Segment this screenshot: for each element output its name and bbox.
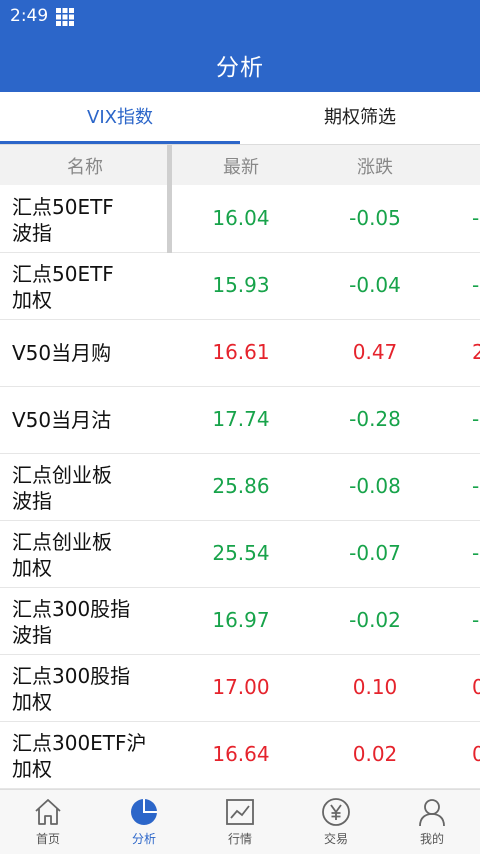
row-latest: 17.00 <box>212 675 270 699</box>
row-extra-column-partial: 0 <box>472 675 480 699</box>
row-extra-column-partial: 0 <box>472 742 480 766</box>
row-latest: 16.97 <box>212 608 270 632</box>
table-row[interactable]: 汇点300股指 波指 16.97 -0.02 - <box>0 588 480 655</box>
app-grid-icon <box>56 8 74 26</box>
table-row[interactable]: 汇点50ETF 波指 16.04 -0.05 - <box>0 186 480 253</box>
row-name: 汇点300股指 波指 <box>12 597 131 647</box>
row-name: 汇点创业板 加权 <box>12 530 112 580</box>
bottom-nav: 首页 分析 行情 交易 我的 <box>0 789 480 854</box>
tab-vix-index[interactable]: VIX指数 <box>0 92 240 144</box>
column-header-change: 涨跌 <box>357 157 393 178</box>
row-name: V50当月沽 <box>12 408 112 432</box>
nav-analysis[interactable]: 分析 <box>96 790 192 854</box>
row-extra-column-partial: - <box>472 273 480 297</box>
row-extra-column-partial: - <box>472 608 480 632</box>
nav-mine-label: 我的 <box>419 832 444 846</box>
row-extra-column-partial: 2 <box>472 340 480 364</box>
nav-trade[interactable]: 交易 <box>288 790 384 854</box>
nav-analysis-label: 分析 <box>131 832 156 846</box>
row-latest: 16.61 <box>212 340 270 364</box>
row-name: 汇点300ETF沪 加权 <box>12 731 147 781</box>
row-name: 汇点50ETF 波指 <box>12 195 114 245</box>
nav-home-label: 首页 <box>35 832 60 846</box>
status-time: 2:49 <box>10 6 49 26</box>
row-extra-column-partial: - <box>472 206 480 230</box>
row-latest: 25.86 <box>212 474 270 498</box>
row-change: 0.10 <box>352 675 398 699</box>
row-name: 汇点创业板 波指 <box>12 463 112 513</box>
row-change: -0.08 <box>349 474 401 498</box>
nav-trade-label: 交易 <box>323 832 348 846</box>
user-icon <box>419 799 445 827</box>
pie-chart-icon <box>131 799 157 825</box>
line-chart-icon <box>226 799 254 825</box>
row-name: 汇点50ETF 加权 <box>12 262 114 312</box>
status-bar: 2:49 <box>0 0 480 34</box>
row-extra-column-partial: - <box>472 474 480 498</box>
nav-market[interactable]: 行情 <box>192 790 288 854</box>
row-change: -0.05 <box>349 206 401 230</box>
row-change: 0.47 <box>352 340 398 364</box>
row-latest: 25.54 <box>212 541 270 565</box>
row-change: -0.07 <box>349 541 401 565</box>
row-latest: 16.04 <box>212 206 270 230</box>
table-header: 名称 最新 涨跌 <box>0 145 480 185</box>
column-header-latest: 最新 <box>223 157 259 178</box>
yuan-icon <box>322 798 350 826</box>
app-bar: 分析 <box>0 34 480 92</box>
table-row[interactable]: 汇点创业板 加权 25.54 -0.07 - <box>0 521 480 588</box>
row-change: -0.02 <box>349 608 401 632</box>
frozen-column-divider[interactable] <box>167 145 172 253</box>
row-latest: 17.74 <box>212 407 270 431</box>
nav-market-label: 行情 <box>227 832 252 846</box>
row-change: -0.04 <box>349 273 401 297</box>
row-latest: 16.64 <box>212 742 270 766</box>
row-name: V50当月购 <box>12 341 112 365</box>
row-extra-column-partial: - <box>472 541 480 565</box>
table-row[interactable]: 汇点300股指 加权 17.00 0.10 0 <box>0 655 480 722</box>
row-change: -0.28 <box>349 407 401 431</box>
nav-home[interactable]: 首页 <box>0 790 96 854</box>
row-latest: 15.93 <box>212 273 270 297</box>
nav-mine[interactable]: 我的 <box>384 790 480 854</box>
column-header-name: 名称 <box>67 157 103 178</box>
table-row[interactable]: 汇点50ETF 加权 15.93 -0.04 - <box>0 253 480 320</box>
tab-option-filter[interactable]: 期权筛选 <box>240 92 480 144</box>
page-title: 分析 <box>216 55 264 81</box>
table-row[interactable]: 汇点300ETF沪 加权 16.64 0.02 0 <box>0 722 480 789</box>
table-row[interactable]: V50当月购 16.61 0.47 2 <box>0 320 480 387</box>
home-icon <box>35 799 61 825</box>
row-extra-column-partial: - <box>472 407 480 431</box>
table-row[interactable]: 汇点创业板 波指 25.86 -0.08 - <box>0 454 480 521</box>
row-change: 0.02 <box>352 742 398 766</box>
table-row[interactable]: V50当月沽 17.74 -0.28 - <box>0 387 480 454</box>
row-name: 汇点300股指 加权 <box>12 664 131 714</box>
tab-bar: VIX指数 期权筛选 <box>0 92 480 144</box>
